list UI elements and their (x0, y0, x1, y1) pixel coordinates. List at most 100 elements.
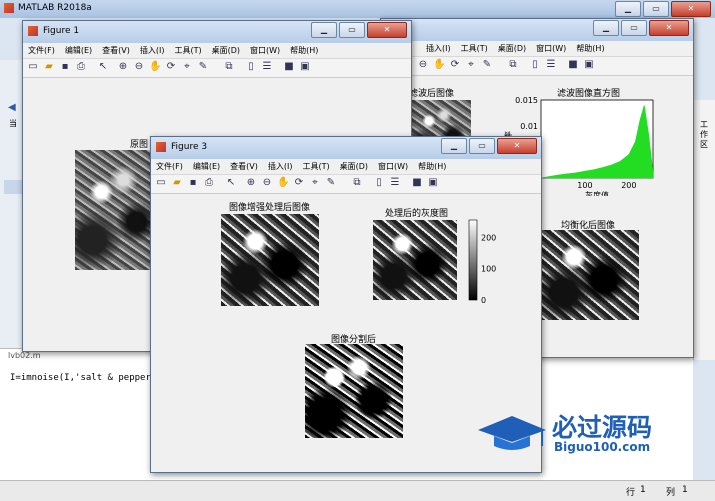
menu-tools[interactable]: 工具(T) (297, 159, 334, 174)
open-file-icon[interactable]: ▰ (43, 61, 55, 73)
back-arrow-icon[interactable]: ◀ (8, 102, 16, 113)
fig3-maximize-button[interactable]: ▭ (469, 138, 495, 154)
status-col-label: 列 (666, 488, 676, 498)
status-row-label: 行 (626, 488, 636, 498)
rotate-icon[interactable]: ⟳ (449, 59, 461, 71)
hide-plot-tools-icon[interactable]: ■ (567, 59, 579, 71)
brush-icon[interactable]: ✎ (325, 177, 337, 189)
zoom-out-icon[interactable]: ⊖ (261, 177, 273, 189)
fig2-close-button[interactable]: ✕ (649, 20, 689, 36)
menu-edit[interactable]: 编辑(E) (60, 43, 97, 58)
colorbar-icon[interactable]: ▯ (373, 177, 385, 189)
colorbar-icon[interactable]: ▯ (245, 61, 257, 73)
show-plot-tools-icon[interactable]: ▣ (299, 61, 311, 73)
colorbar-gradient (468, 219, 478, 301)
watermark-url: Biguo100.com (554, 440, 651, 454)
workspace-label[interactable]: 工作区 (700, 120, 710, 150)
fig2-menu-insert[interactable]: 插入(I) (421, 41, 456, 56)
link-icon[interactable]: ⧉ (351, 177, 363, 189)
menu-view[interactable]: 查看(V) (225, 159, 263, 174)
fig2-minimize-button[interactable]: ▁ (593, 20, 619, 36)
fig2-menu-help[interactable]: 帮助(H) (571, 41, 609, 56)
menu-insert[interactable]: 插入(I) (135, 43, 170, 58)
maximize-button[interactable]: ▭ (643, 1, 669, 17)
original-image-title: 原图 (130, 140, 149, 150)
brush-icon[interactable]: ✎ (481, 59, 493, 71)
menu-view[interactable]: 查看(V) (97, 43, 135, 58)
hide-plot-tools-icon[interactable]: ■ (283, 61, 295, 73)
figure1-menubar: 文件(F) 编辑(E) 查看(V) 插入(I) 工具(T) 桌面(D) 窗口(W) 帮助(H) (23, 43, 411, 59)
show-plot-tools-icon[interactable]: ▣ (583, 59, 595, 71)
save-icon[interactable]: ▪ (59, 61, 71, 73)
equalized-image (539, 230, 639, 320)
zoom-in-icon[interactable]: ⊕ (117, 61, 129, 73)
enhanced-image-title: 图像增强处理后图像 (229, 203, 311, 213)
hide-plot-tools-icon[interactable]: ■ (411, 177, 423, 189)
menu-window[interactable]: 窗口(W) (245, 43, 285, 58)
datacursor-icon[interactable]: ⌖ (465, 59, 477, 71)
fig1-maximize-button[interactable]: ▭ (339, 22, 365, 38)
show-plot-tools-icon[interactable]: ▣ (427, 177, 439, 189)
fig3-close-button[interactable]: ✕ (497, 138, 537, 154)
close-button[interactable]: ✕ (671, 1, 711, 17)
menu-edit[interactable]: 编辑(E) (188, 159, 225, 174)
figure1-titlebar[interactable]: Figure 1 ▁ ▭ ✕ (23, 21, 411, 43)
zoom-out-icon[interactable]: ⊖ (133, 61, 145, 73)
menu-tools[interactable]: 工具(T) (169, 43, 206, 58)
menu-desktop[interactable]: 桌面(D) (335, 159, 373, 174)
rotate-icon[interactable]: ⟳ (293, 177, 305, 189)
menu-help[interactable]: 帮助(H) (413, 159, 451, 174)
pan-icon[interactable]: ✋ (433, 59, 445, 71)
zoom-in-icon[interactable]: ⊕ (245, 177, 257, 189)
pan-icon[interactable]: ✋ (277, 177, 289, 189)
figure-icon (156, 142, 166, 152)
pan-icon[interactable]: ✋ (149, 61, 161, 73)
legend-icon[interactable]: ☰ (545, 59, 557, 71)
sidebar-strip (4, 180, 22, 194)
link-icon[interactable]: ⧉ (223, 61, 235, 73)
gray-image-title: 处理后的灰度图 (385, 209, 449, 219)
menu-insert[interactable]: 插入(I) (263, 159, 298, 174)
figure3-titlebar[interactable]: Figure 3 ▁ ▭ ✕ (151, 137, 541, 159)
print-icon[interactable]: ⎙ (75, 61, 87, 73)
open-file-icon[interactable]: ▰ (171, 177, 183, 189)
figure3-title: Figure 3 (171, 142, 208, 152)
menu-desktop[interactable]: 桌面(D) (207, 43, 245, 58)
brush-icon[interactable]: ✎ (197, 61, 209, 73)
datacursor-icon[interactable]: ⌖ (309, 177, 321, 189)
fig1-close-button[interactable]: ✕ (367, 22, 407, 38)
fig2-menu-tools[interactable]: 工具(T) (456, 41, 493, 56)
new-figure-icon[interactable]: ▭ (155, 177, 167, 189)
minimize-button[interactable]: ▁ (615, 1, 641, 17)
fig2-menu-desktop[interactable]: 桌面(D) (493, 41, 531, 56)
gray-image (373, 220, 457, 300)
menu-window[interactable]: 窗口(W) (373, 159, 413, 174)
legend-icon[interactable]: ☰ (389, 177, 401, 189)
editor-tab[interactable]: lvb02.m (8, 351, 41, 360)
figure2-menubar: 插入(I) 工具(T) 桌面(D) 窗口(W) 帮助(H) (381, 41, 693, 57)
colorbar: 200 100 0 (468, 219, 496, 305)
menu-file[interactable]: 文件(F) (151, 159, 188, 174)
fig2-maximize-button[interactable]: ▭ (621, 20, 647, 36)
save-icon[interactable]: ▪ (187, 177, 199, 189)
fig2-menu-window[interactable]: 窗口(W) (531, 41, 571, 56)
histogram-xtick-label: 200 (621, 181, 636, 190)
fig3-minimize-button[interactable]: ▁ (441, 138, 467, 154)
fig1-minimize-button[interactable]: ▁ (311, 22, 337, 38)
figure-icon (28, 26, 38, 36)
link-icon[interactable]: ⧉ (507, 59, 519, 71)
menu-file[interactable]: 文件(F) (23, 43, 60, 58)
edit-plot-icon[interactable]: ↖ (225, 177, 237, 189)
matlab-logo-icon (4, 3, 14, 13)
figure2-titlebar[interactable]: ▁ ▭ ✕ (381, 19, 693, 41)
rotate-icon[interactable]: ⟳ (165, 61, 177, 73)
new-figure-icon[interactable]: ▭ (27, 61, 39, 73)
edit-plot-icon[interactable]: ↖ (97, 61, 109, 73)
legend-icon[interactable]: ☰ (261, 61, 273, 73)
colorbar-icon[interactable]: ▯ (529, 59, 541, 71)
menu-help[interactable]: 帮助(H) (285, 43, 323, 58)
print-icon[interactable]: ⎙ (203, 177, 215, 189)
figure3-menubar: 文件(F) 编辑(E) 查看(V) 插入(I) 工具(T) 桌面(D) 窗口(W) 帮助(H) (151, 159, 541, 175)
datacursor-icon[interactable]: ⌖ (181, 61, 193, 73)
zoom-out-icon[interactable]: ⊖ (417, 59, 429, 71)
